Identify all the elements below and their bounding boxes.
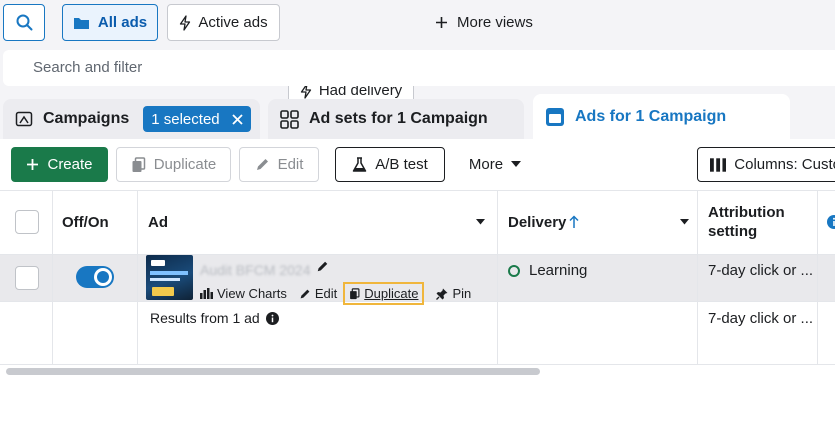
row-duplicate-label: Duplicate [364,286,419,301]
pin-label: Pin [452,286,472,301]
ad-on-off-toggle[interactable] [76,266,114,288]
active-ads-label: Active ads [198,14,268,31]
ad-name[interactable]: Audit BFCM 2024 [200,262,311,278]
ad-row-actions: View Charts Edit Duplicate Pin [200,282,483,305]
toggle-knob [94,268,112,286]
selected-badge[interactable]: 1 selected [143,106,251,132]
column-divider [817,190,818,365]
pin-link[interactable]: Pin [436,286,471,301]
create-button[interactable]: Create [11,147,108,182]
table-divider [0,364,835,365]
ads-table: Off/On Ad Delivery Attribution setting A… [0,190,835,365]
column-divider [52,190,53,365]
active-ads-view-button[interactable]: Active ads [167,4,280,41]
selected-badge-label: 1 selected [151,110,220,128]
flask-icon [352,156,367,172]
header-delivery[interactable]: Delivery [508,190,691,254]
view-charts-label: View Charts [217,286,287,301]
close-icon[interactable] [232,113,243,125]
sort-up-arrow-icon [569,215,579,228]
select-all-checkbox[interactable] [15,210,39,234]
columns-button[interactable]: Columns: Custo [697,147,835,182]
pencil-icon [256,159,268,170]
table-divider [0,254,835,255]
caret-down-icon[interactable] [476,219,485,225]
column-divider [497,190,498,365]
all-ads-label: All ads [97,14,148,31]
search-button[interactable] [3,4,45,41]
lightning-icon [180,14,191,31]
plus-icon [436,17,447,28]
ad-window-icon [546,108,564,126]
thumb-cta [152,287,174,296]
row-edit-label: Edit [314,286,338,301]
header-off-on: Off/On [62,213,109,231]
all-ads-view-button[interactable]: All ads [62,4,158,41]
ad-thumbnail[interactable] [146,255,193,300]
thumb-subline [150,278,180,281]
horizontal-scrollbar[interactable] [6,368,540,375]
duplicate-icon [350,287,360,299]
ab-test-label: A/B test [375,156,428,173]
create-label: Create [47,156,93,173]
summary-attribution-value: 7-day click or ... [708,310,814,327]
pencil-icon [300,289,310,298]
header-ad[interactable]: Ad [148,190,493,254]
ab-test-button[interactable]: A/B test [335,147,445,182]
pin-icon [436,288,448,300]
duplicate-button[interactable]: Duplicate [116,147,231,182]
edit-button[interactable]: Edit [239,147,319,182]
edit-label: Edit [277,156,304,173]
caret-down-icon[interactable] [680,219,689,225]
campaign-flag-icon [15,111,33,127]
delivery-status-label: Learning [529,262,588,279]
duplicate-label: Duplicate [153,156,217,173]
tab-ads[interactable]: Ads for 1 Campaign [533,94,790,140]
results-summary: Results from 1 ad [150,310,279,326]
more-label: More [468,156,504,173]
attribution-value: 7-day click or ... [708,262,814,279]
results-summary-label: Results from 1 ad [150,310,260,326]
info-icon[interactable] [265,311,279,325]
header-attribution-line1: Attribution [708,204,785,221]
column-divider [697,190,698,365]
tab-campaigns[interactable]: Campaigns 1 selected [3,99,260,139]
tab-ads-label: Ads for 1 Campaign [575,108,727,125]
thumb-logo [151,260,165,266]
rename-pencil-icon[interactable] [316,260,329,273]
thumb-headline [150,271,188,275]
tab-ad-sets-label: Ad sets for 1 Campaign [309,110,488,127]
row-duplicate-link[interactable]: Duplicate [343,282,425,305]
more-actions-button[interactable]: More [455,147,535,182]
header-ad-label: Ad [148,213,168,231]
search-icon [16,14,32,31]
more-views-label: More views [457,14,533,31]
column-divider [137,190,138,365]
view-bar: All ads Active ads Had delivery More vie… [0,0,835,109]
row-edit-link[interactable]: Edit [299,286,337,301]
columns-icon [710,157,727,172]
more-views-button[interactable]: More views [423,4,545,41]
columns-label: Columns: Custo [734,156,835,173]
search-filter-input[interactable]: Search and filter [3,50,835,86]
info-icon[interactable] [827,215,835,229]
delivery-status: Learning [508,262,587,279]
status-dot-icon [508,264,520,277]
caret-down-icon [511,161,522,167]
header-attribution[interactable]: Attribution setting [708,190,813,254]
header-delivery-label: Delivery [508,213,567,231]
row-checkbox[interactable] [15,266,39,290]
tab-campaigns-label: Campaigns [43,110,130,127]
tab-ad-sets[interactable]: Ad sets for 1 Campaign [268,99,524,139]
plus-icon [27,159,39,170]
bar-chart-icon [200,288,213,299]
duplicate-icon [132,156,145,172]
grid-icon [280,109,299,129]
header-attribution-line2: setting [708,223,758,240]
folder-icon [73,17,89,29]
view-charts-link[interactable]: View Charts [200,286,287,301]
